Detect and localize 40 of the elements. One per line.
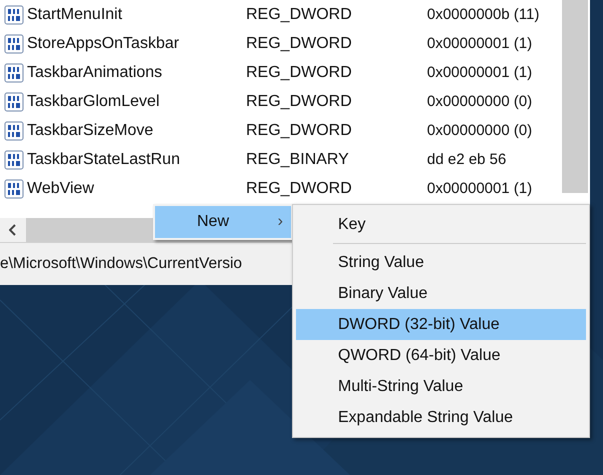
menu-item[interactable]: QWORD (64-bit) Value: [296, 340, 586, 371]
menu-item[interactable]: DWORD (32-bit) Value: [296, 309, 586, 340]
value-data: 0x00000001 (1): [427, 34, 532, 52]
value-name: TaskbarGlomLevel: [27, 92, 160, 112]
menu-item[interactable]: New ›: [155, 206, 291, 238]
value-type: REG_DWORD: [246, 122, 352, 138]
value-name: TaskbarAnimations: [27, 62, 162, 82]
binary-value-icon: [4, 62, 24, 82]
menu-item[interactable]: Multi-String Value: [296, 371, 586, 402]
value-name: StartMenuInit: [27, 4, 122, 24]
value-type: REG_BINARY: [246, 150, 349, 168]
value-data: 0x00000001 (1): [427, 64, 532, 80]
vertical-scrollbar[interactable]: [562, 0, 588, 193]
binary-value-icon: [4, 178, 24, 198]
value-name: TaskbarSizeMove: [27, 120, 154, 140]
value-data: 0x00000001 (1): [427, 180, 532, 196]
value-name: StoreAppsOnTaskbar: [27, 34, 180, 54]
value-type: REG_DWORD: [246, 34, 352, 52]
value-name: WebView: [27, 178, 94, 198]
scroll-left-icon[interactable]: [9, 224, 17, 236]
menu-item[interactable]: Binary Value: [296, 278, 586, 309]
binary-value-icon: [4, 34, 24, 54]
value-type: REG_DWORD: [246, 6, 352, 22]
binary-value-icon: [4, 150, 24, 170]
menu-item[interactable]: String Value: [296, 247, 586, 278]
value-type: REG_DWORD: [246, 180, 352, 196]
submenu-arrow: ›: [278, 212, 283, 232]
binary-value-icon: [4, 92, 24, 112]
value-data: dd e2 eb 56: [427, 150, 506, 168]
value-data: 0x00000000 (0): [427, 122, 532, 138]
value-name: TaskbarStateLastRun: [27, 150, 180, 170]
menu-item[interactable]: Expandable String Value: [296, 402, 586, 433]
binary-value-icon: [4, 4, 24, 24]
address-path: e\Microsoft\Windows\CurrentVersio: [0, 254, 242, 274]
menu-item[interactable]: Key: [296, 209, 586, 240]
value-type: REG_DWORD: [246, 92, 352, 110]
value-data: 0x00000000 (0): [427, 92, 532, 110]
binary-value-icon: [4, 120, 24, 140]
value-type: REG_DWORD: [246, 64, 352, 80]
value-data: 0x0000000b (11): [427, 6, 540, 22]
